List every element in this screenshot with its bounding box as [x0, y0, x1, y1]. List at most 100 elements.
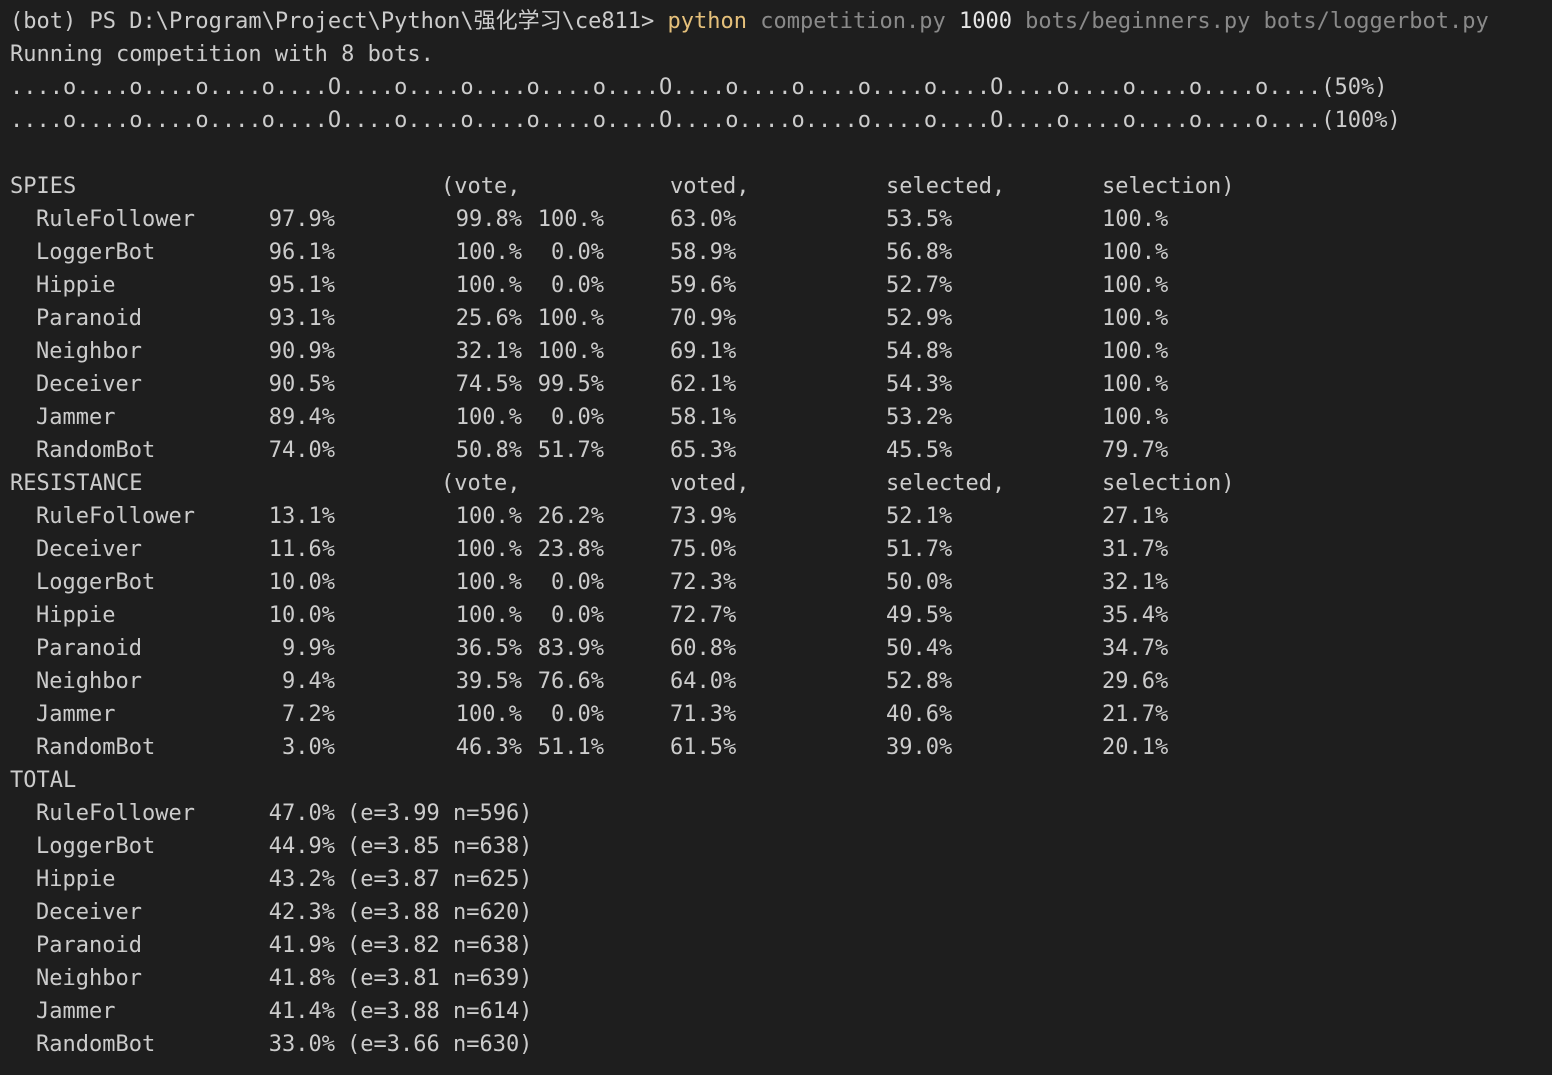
spies-row: Deceiver 90.5% 74.5% 99.5% 62.1% 54.3% 100.% — [10, 368, 1552, 401]
voted-rate: 75.0% — [670, 537, 737, 562]
voted-rate: 71.3% — [670, 702, 737, 727]
resistance-header: RESISTANCE (vote, voted, selected, selec… — [10, 467, 1552, 500]
selection-rate: 29.6% — [1102, 669, 1169, 694]
spies-row: LoggerBot 96.1% 100.% 0.0% 58.9% 56.8% 100.% — [10, 236, 1552, 269]
total-stats: (e=3.82 n=638) — [347, 933, 533, 958]
win-rate: 9.9% — [282, 636, 335, 661]
total-row: Neighbor 41.8% (e=3.81 n=639) — [10, 962, 1552, 995]
selection-rate: 20.1% — [1102, 735, 1169, 760]
voted-rate: 72.7% — [670, 603, 737, 628]
total-header: TOTAL — [10, 764, 1552, 797]
vote-rate-1: 36.5% — [455, 636, 522, 661]
vote-rate-2: 26.2% — [537, 504, 604, 529]
vote-rate-2: 100.% — [537, 207, 604, 232]
vote-rate-2: 0.0% — [551, 273, 604, 298]
bot-name: RandomBot — [36, 735, 156, 760]
selected-rate: 54.3% — [886, 372, 953, 397]
command-count: 1000 — [958, 9, 1012, 34]
spies-title: SPIES — [10, 174, 77, 199]
bot-name: Jammer — [36, 999, 116, 1024]
command-script: competition.py — [747, 9, 959, 34]
bot-name: Hippie — [36, 603, 116, 628]
vote-rate-2: 51.1% — [537, 735, 604, 760]
win-rate: 11.6% — [268, 537, 335, 562]
bot-name: Deceiver — [36, 372, 142, 397]
progress-line-100: ....o....o....o....o....O....o....o....o… — [10, 108, 1401, 133]
win-rate: 93.1% — [268, 306, 335, 331]
bot-name: RuleFollower — [36, 504, 195, 529]
spies-row: Hippie 95.1% 100.% 0.0% 59.6% 52.7% 100.% — [10, 269, 1552, 302]
bot-name: Deceiver — [36, 900, 142, 925]
spies-selection-header: selection) — [1102, 174, 1235, 199]
voted-rate: 60.8% — [670, 636, 737, 661]
vote-rate-1: 100.% — [455, 273, 522, 298]
total-win-rate: 41.9% — [268, 933, 335, 958]
total-win-rate: 47.0% — [268, 801, 335, 826]
vote-rate-2: 83.9% — [537, 636, 604, 661]
vote-rate-2: 0.0% — [551, 405, 604, 430]
resistance-row: Deceiver 11.6% 100.% 23.8% 75.0% 51.7% 31.7% — [10, 533, 1552, 566]
selected-rate: 40.6% — [886, 702, 953, 727]
total-stats: (e=3.66 n=630) — [347, 1032, 533, 1057]
vote-rate-1: 74.5% — [455, 372, 522, 397]
resistance-selected-header: selected, — [886, 471, 1006, 496]
vote-rate-2: 0.0% — [551, 603, 604, 628]
spies-header: SPIES (vote, voted, selected, selection) — [10, 170, 1552, 203]
spies-row: RandomBot 74.0% 50.8% 51.7% 65.3% 45.5% 79.7% — [10, 434, 1552, 467]
selected-rate: 52.7% — [886, 273, 953, 298]
spies-vote-header: (vote, — [441, 174, 521, 199]
voted-rate: 64.0% — [670, 669, 737, 694]
resistance-row: RandomBot 3.0% 46.3% 51.1% 61.5% 39.0% 20.1% — [10, 731, 1552, 764]
bot-name: RandomBot — [36, 438, 156, 463]
win-rate: 90.9% — [268, 339, 335, 364]
bot-name: LoggerBot — [36, 570, 156, 595]
total-win-rate: 41.8% — [268, 966, 335, 991]
vote-rate-2: 99.5% — [537, 372, 604, 397]
total-win-rate: 41.4% — [268, 999, 335, 1024]
vote-rate-1: 25.6% — [455, 306, 522, 331]
vote-rate-1: 100.% — [455, 504, 522, 529]
selected-rate: 54.8% — [886, 339, 953, 364]
bot-name: Paranoid — [36, 636, 142, 661]
vote-rate-1: 39.5% — [455, 669, 522, 694]
resistance-row: RuleFollower 13.1% 100.% 26.2% 73.9% 52.1% 27.… — [10, 500, 1552, 533]
win-rate: 3.0% — [282, 735, 335, 760]
selection-rate: 100.% — [1102, 306, 1169, 331]
bot-name: Neighbor — [36, 669, 142, 694]
voted-rate: 72.3% — [670, 570, 737, 595]
spies-row: Paranoid 93.1% 25.6% 100.% 70.9% 52.9% 100.% — [10, 302, 1552, 335]
vote-rate-2: 100.% — [537, 339, 604, 364]
win-rate: 7.2% — [282, 702, 335, 727]
selection-rate: 35.4% — [1102, 603, 1169, 628]
total-row: Jammer 41.4% (e=3.88 n=614) — [10, 995, 1552, 1028]
win-rate: 96.1% — [268, 240, 335, 265]
selection-rate: 100.% — [1102, 405, 1169, 430]
progress-line-50: ....o....o....o....o....O....o....o....o… — [10, 75, 1388, 100]
vote-rate-1: 50.8% — [455, 438, 522, 463]
total-row: RandomBot 33.0% (e=3.66 n=630) — [10, 1028, 1552, 1061]
voted-rate: 70.9% — [670, 306, 737, 331]
bot-name: Hippie — [36, 867, 116, 892]
resistance-row: Neighbor 9.4% 39.5% 76.6% 64.0% 52.8% 29.6% — [10, 665, 1552, 698]
selected-rate: 53.2% — [886, 405, 953, 430]
total-win-rate: 42.3% — [268, 900, 335, 925]
vote-rate-2: 51.7% — [537, 438, 604, 463]
vote-rate-1: 32.1% — [455, 339, 522, 364]
vote-rate-1: 100.% — [455, 240, 522, 265]
selected-rate: 52.1% — [886, 504, 953, 529]
resistance-title: RESISTANCE — [10, 471, 143, 496]
resistance-row: Hippie 10.0% 100.% 0.0% 72.7% 49.5% 35.4% — [10, 599, 1552, 632]
selection-rate: 79.7% — [1102, 438, 1169, 463]
bot-name: Jammer — [36, 405, 116, 430]
spies-rows: RuleFollower 97.9% 99.8% 100.% 63.0% 53.5% 100… — [10, 203, 1552, 467]
selected-rate: 49.5% — [886, 603, 953, 628]
vote-rate-1: 46.3% — [455, 735, 522, 760]
bot-name: LoggerBot — [36, 834, 156, 859]
bot-name: RandomBot — [36, 1032, 156, 1057]
vote-rate-1: 100.% — [455, 702, 522, 727]
terminal-window[interactable]: (bot) PS D:\Program\Project\Python\强化学习\… — [0, 0, 1552, 1075]
selection-rate: 100.% — [1102, 273, 1169, 298]
selected-rate: 39.0% — [886, 735, 953, 760]
resistance-row: LoggerBot 10.0% 100.% 0.0% 72.3% 50.0% 32.1% — [10, 566, 1552, 599]
bot-name: RuleFollower — [36, 801, 195, 826]
